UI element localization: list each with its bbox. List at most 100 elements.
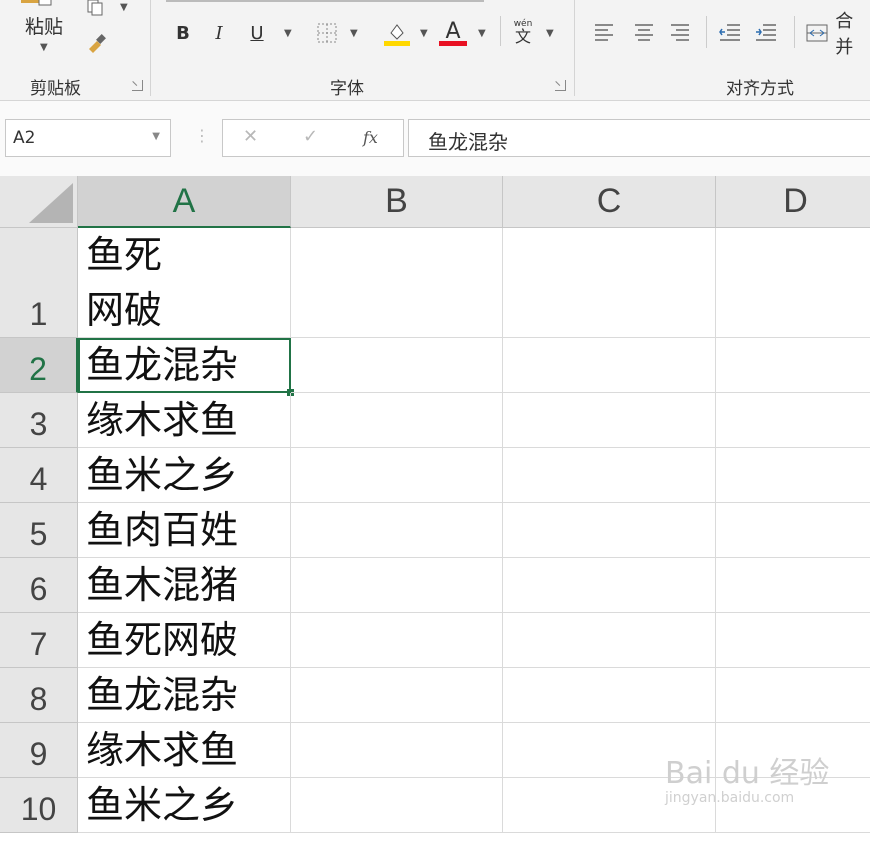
- name-box[interactable]: A2 ▼: [5, 119, 171, 157]
- cell-b1[interactable]: [291, 228, 503, 338]
- cell-a10[interactable]: 鱼米之乡: [78, 778, 291, 833]
- cell-b3[interactable]: [291, 393, 503, 448]
- cell-b10[interactable]: [291, 778, 503, 833]
- clipboard-group-label: 剪贴板: [30, 79, 81, 99]
- name-box-dropdown-icon[interactable]: ▼: [152, 131, 160, 142]
- cell-c2[interactable]: [503, 338, 716, 393]
- ribbon-separator: [150, 0, 151, 96]
- baidu-watermark: Bai du 经验 jingyan.baidu.com: [665, 748, 829, 806]
- fill-color-icon[interactable]: [382, 18, 412, 48]
- column-header-b[interactable]: B: [291, 176, 503, 228]
- clipboard-launcher-icon[interactable]: [132, 80, 143, 91]
- cell-a2[interactable]: 鱼龙混杂: [78, 338, 291, 393]
- cell-a8[interactable]: 鱼龙混杂: [78, 668, 291, 723]
- column-header-c[interactable]: C: [503, 176, 716, 228]
- phonetic-guide-button[interactable]: wén 文: [508, 16, 538, 48]
- cell-c3[interactable]: [503, 393, 716, 448]
- align-separator: [794, 16, 795, 48]
- row-header-3[interactable]: 3: [0, 393, 78, 448]
- row-header-7[interactable]: 7: [0, 613, 78, 668]
- cell-d5[interactable]: [716, 503, 870, 558]
- copy-dropdown-icon[interactable]: ▼: [120, 2, 128, 13]
- alignment-group-label: 对齐方式: [726, 79, 794, 99]
- fill-color-dropdown-icon[interactable]: ▼: [420, 28, 428, 39]
- bold-button[interactable]: B: [170, 20, 196, 46]
- cell-c5[interactable]: [503, 503, 716, 558]
- cell-b2[interactable]: [291, 338, 503, 393]
- row-header-4[interactable]: 4: [0, 448, 78, 503]
- paste-icon[interactable]: [18, 0, 56, 8]
- align-right-icon[interactable]: [668, 20, 692, 44]
- cell-b5[interactable]: [291, 503, 503, 558]
- format-painter-icon[interactable]: [84, 30, 110, 56]
- ribbon-separator: [574, 0, 575, 96]
- phonetic-dropdown-icon[interactable]: ▼: [546, 28, 554, 39]
- watermark-brand: Bai du 经验: [665, 756, 830, 791]
- cell-a6[interactable]: 鱼木混猪: [78, 558, 291, 613]
- cell-c7[interactable]: [503, 613, 716, 668]
- italic-button[interactable]: I: [206, 20, 232, 46]
- row-header-8[interactable]: 8: [0, 668, 78, 723]
- border-dropdown-icon[interactable]: ▼: [350, 28, 358, 39]
- align-separator: [706, 16, 707, 48]
- cell-b4[interactable]: [291, 448, 503, 503]
- cell-d1[interactable]: [716, 228, 870, 338]
- row-header-10[interactable]: 10: [0, 778, 78, 833]
- ribbon: 粘贴 ▼ ▼ 剪贴板 B I U ▼ ▼ ▼ A ▼ wén 文 ▼ 字体 合并…: [0, 0, 870, 101]
- font-name-box-edge: [166, 0, 484, 2]
- font-separator: [500, 16, 501, 46]
- row-header-6[interactable]: 6: [0, 558, 78, 613]
- font-color-dropdown-icon[interactable]: ▼: [478, 28, 486, 39]
- cancel-icon[interactable]: ✕: [243, 126, 258, 147]
- cell-d2[interactable]: [716, 338, 870, 393]
- cell-d7[interactable]: [716, 613, 870, 668]
- align-center-icon[interactable]: [632, 20, 656, 44]
- worksheet-grid: A B C D 1 鱼死 网破 2 鱼龙混杂 3 缘木求鱼 4 鱼米之乡 5 鱼肉百姓 6 鱼木混猪 7…: [0, 176, 870, 844]
- row-header-2[interactable]: 2: [0, 338, 78, 393]
- merge-icon: [806, 24, 828, 42]
- row-header-9[interactable]: 9: [0, 723, 78, 778]
- cell-b7[interactable]: [291, 613, 503, 668]
- border-icon[interactable]: [314, 20, 340, 46]
- name-box-value: A2: [13, 128, 36, 148]
- copy-icon[interactable]: [84, 0, 110, 16]
- column-header-d[interactable]: D: [716, 176, 870, 228]
- phonetic-sub-glyph: 文: [514, 26, 531, 46]
- cell-a7[interactable]: 鱼死网破: [78, 613, 291, 668]
- paste-dropdown-icon[interactable]: ▼: [40, 42, 48, 53]
- paste-button[interactable]: 粘贴: [20, 10, 68, 40]
- formula-input[interactable]: 鱼龙混杂: [408, 119, 870, 157]
- column-header-a[interactable]: A: [78, 176, 291, 228]
- cell-a4[interactable]: 鱼米之乡: [78, 448, 291, 503]
- row-header-1[interactable]: 1: [0, 228, 78, 338]
- cell-c4[interactable]: [503, 448, 716, 503]
- align-left-icon[interactable]: [592, 20, 616, 44]
- font-launcher-icon[interactable]: [555, 80, 566, 91]
- cell-d6[interactable]: [716, 558, 870, 613]
- cell-a1[interactable]: 鱼死 网破: [78, 228, 291, 338]
- cell-c8[interactable]: [503, 668, 716, 723]
- cell-a5[interactable]: 鱼肉百姓: [78, 503, 291, 558]
- formula-input-value: 鱼龙混杂: [428, 130, 508, 154]
- cell-d8[interactable]: [716, 668, 870, 723]
- row-header-5[interactable]: 5: [0, 503, 78, 558]
- insert-function-button[interactable]: fx: [363, 128, 378, 147]
- cell-c1[interactable]: [503, 228, 716, 338]
- underline-dropdown-icon[interactable]: ▼: [284, 28, 292, 39]
- cell-b9[interactable]: [291, 723, 503, 778]
- underline-button[interactable]: U: [244, 20, 270, 46]
- merge-button[interactable]: 合并: [806, 11, 870, 58]
- decrease-indent-icon[interactable]: [718, 20, 742, 44]
- enter-icon[interactable]: ✓: [303, 126, 318, 147]
- formula-bar-grip-icon[interactable]: ⋮: [194, 126, 210, 145]
- cell-b8[interactable]: [291, 668, 503, 723]
- formula-buttons: ✕ ✓ fx: [222, 119, 404, 157]
- cell-a9[interactable]: 缘木求鱼: [78, 723, 291, 778]
- increase-indent-icon[interactable]: [754, 20, 778, 44]
- cell-b6[interactable]: [291, 558, 503, 613]
- cell-d3[interactable]: [716, 393, 870, 448]
- select-all-corner[interactable]: [0, 176, 78, 228]
- cell-d4[interactable]: [716, 448, 870, 503]
- cell-c6[interactable]: [503, 558, 716, 613]
- cell-a3[interactable]: 缘木求鱼: [78, 393, 291, 448]
